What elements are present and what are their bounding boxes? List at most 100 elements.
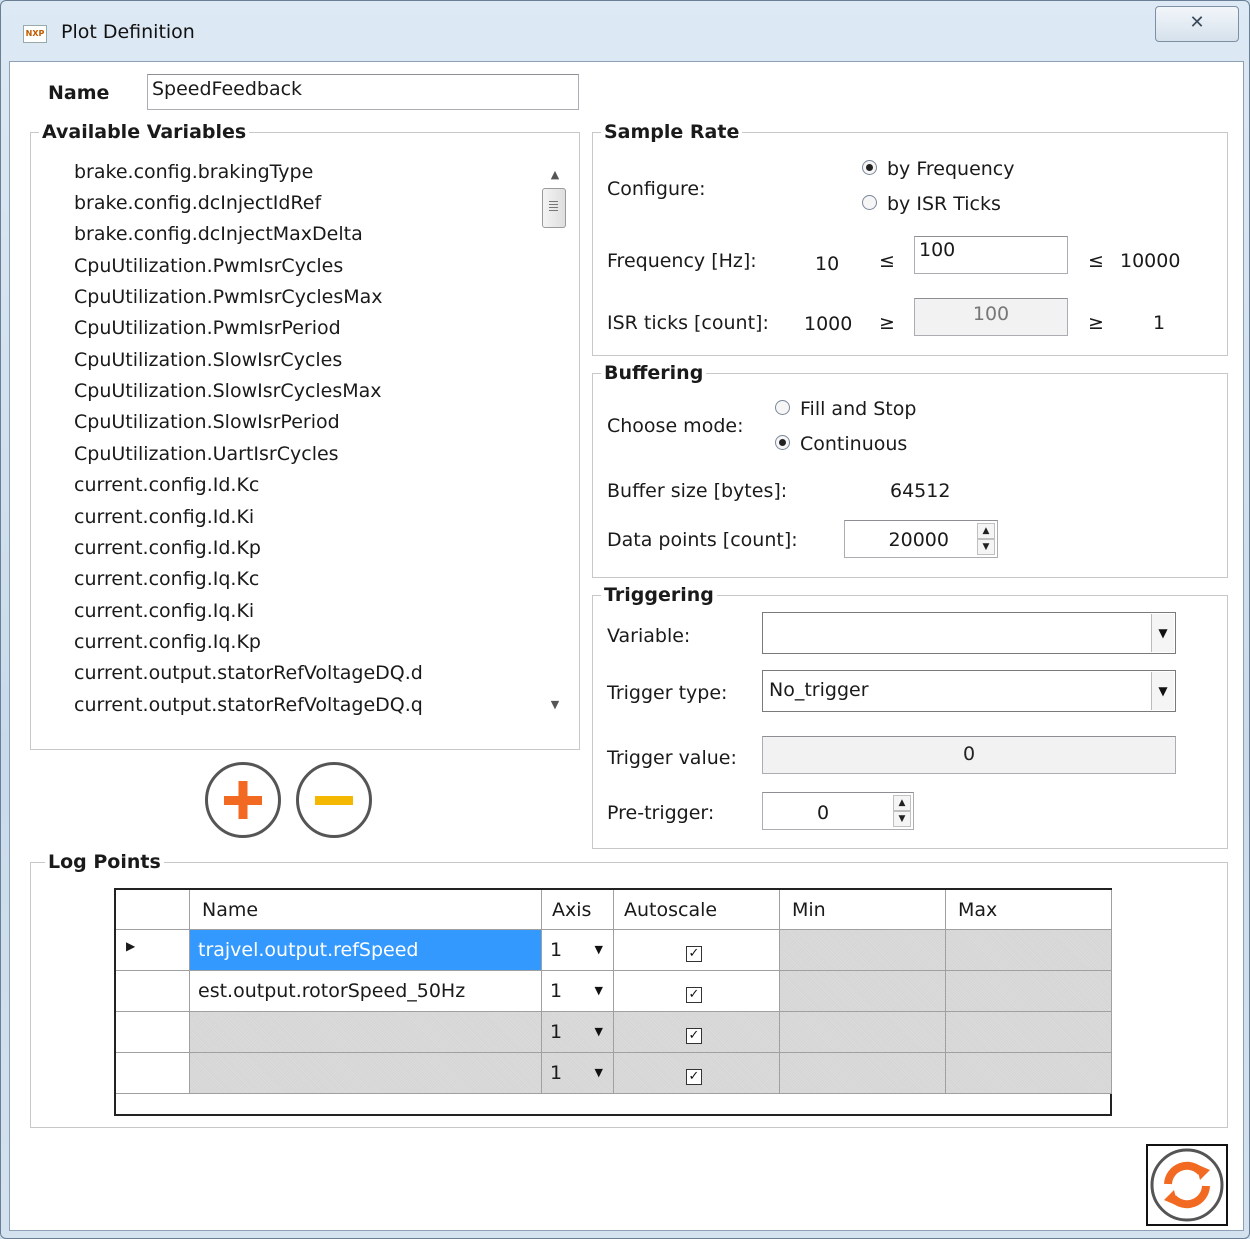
list-item[interactable]: current.config.Iq.Ki [74, 600, 254, 622]
column-header-min[interactable]: Min [780, 890, 946, 930]
log-point-min-cell[interactable] [780, 930, 946, 971]
log-point-axis-cell[interactable]: 1 ▼ [542, 930, 614, 971]
autoscale-checkbox[interactable]: ✓ [686, 946, 702, 962]
spinner-buttons[interactable]: ▲ ▼ [977, 523, 995, 555]
scroll-up-arrow-icon[interactable]: ▲ [548, 168, 562, 182]
isr-ticks-input: 100 [914, 298, 1068, 336]
trigger-type-dropdown[interactable]: No_trigger ▼ [762, 670, 1176, 712]
list-item[interactable]: CpuUtilization.SlowIsrPeriod [74, 411, 340, 433]
log-point-name-cell[interactable]: est.output.rotorSpeed_50Hz [190, 971, 542, 1012]
log-points-legend: Log Points [45, 850, 164, 874]
log-point-autoscale-cell[interactable]: ✓ [614, 1012, 780, 1053]
frequency-input[interactable]: 100 [914, 236, 1068, 274]
row-indicator[interactable] [116, 1053, 190, 1094]
log-point-max-cell[interactable] [946, 1053, 1112, 1094]
by-frequency-radio[interactable]: by Frequency [862, 158, 1015, 180]
list-item[interactable]: CpuUtilization.SlowIsrCycles [74, 349, 342, 371]
isr-max: 1000 [804, 313, 853, 335]
log-points-grid[interactable]: Name Axis Autoscale Min Max ▶ trajvel.ou… [114, 888, 1112, 1116]
log-point-name-cell[interactable] [190, 1012, 542, 1053]
list-item[interactable]: CpuUtilization.UartIsrCycles [74, 443, 339, 465]
close-button[interactable]: ✕ [1155, 6, 1239, 42]
log-point-min-cell[interactable] [780, 1012, 946, 1053]
frequency-label: Frequency [Hz]: [607, 250, 757, 272]
pre-trigger-spinner[interactable]: 0 ▲ ▼ [762, 792, 914, 830]
column-header-max[interactable]: Max [946, 890, 1112, 930]
radio-dot [775, 400, 790, 415]
log-point-min-cell[interactable] [780, 971, 946, 1012]
log-point-axis-cell[interactable]: 1 ▼ [542, 1053, 614, 1094]
pre-trigger-value: 0 [817, 802, 830, 824]
log-point-max-cell[interactable] [946, 971, 1112, 1012]
buffer-size-value: 64512 [890, 480, 951, 502]
autoscale-checkbox[interactable]: ✓ [686, 987, 702, 1003]
axis-value: 1 [550, 939, 563, 961]
apply-refresh-button[interactable] [1146, 1144, 1228, 1226]
list-item[interactable]: brake.config.brakingType [74, 161, 313, 183]
spin-down-icon[interactable]: ▼ [977, 539, 995, 555]
configure-label: Configure: [607, 178, 706, 200]
fill-and-stop-radio[interactable]: Fill and Stop [775, 398, 916, 420]
list-item[interactable]: CpuUtilization.PwmIsrCycles [74, 255, 343, 277]
available-variables-list[interactable]: brake.config.brakingType brake.config.dc… [30, 132, 578, 748]
ge-symbol: ≥ [879, 312, 895, 334]
spin-down-icon[interactable]: ▼ [893, 811, 911, 827]
list-item[interactable]: current.config.Id.Ki [74, 506, 254, 528]
list-item[interactable]: brake.config.dcInjectIdRef [74, 192, 321, 214]
chevron-down-icon[interactable]: ▼ [1151, 614, 1174, 652]
scrollbar-thumb[interactable] [542, 188, 566, 228]
autoscale-checkbox[interactable]: ✓ [686, 1028, 702, 1044]
list-item[interactable]: current.config.Id.Kp [74, 537, 261, 559]
radio-dot [862, 160, 877, 175]
isr-min: 1 [1153, 312, 1166, 334]
triggering-legend: Triggering [601, 583, 717, 607]
list-item[interactable]: current.config.Iq.Kc [74, 568, 259, 590]
list-item[interactable]: CpuUtilization.PwmIsrCyclesMax [74, 286, 383, 308]
spin-up-icon[interactable]: ▲ [977, 523, 995, 539]
chevron-down-icon[interactable]: ▼ [595, 1025, 603, 1038]
axis-value: 1 [550, 1062, 563, 1084]
column-header-name[interactable]: Name [190, 890, 542, 930]
list-item[interactable]: CpuUtilization.SlowIsrCyclesMax [74, 380, 382, 402]
log-point-axis-cell[interactable]: 1 ▼ [542, 971, 614, 1012]
row-indicator[interactable]: ▶ [116, 930, 190, 971]
chevron-down-icon[interactable]: ▼ [1151, 672, 1174, 710]
chevron-down-icon[interactable]: ▼ [595, 943, 603, 956]
log-point-autoscale-cell[interactable]: ✓ [614, 971, 780, 1012]
chevron-down-icon[interactable]: ▼ [595, 1066, 603, 1079]
plot-name-input[interactable]: SpeedFeedback [147, 74, 579, 110]
row-indicator[interactable] [116, 971, 190, 1012]
log-point-name-cell[interactable] [190, 1053, 542, 1094]
log-point-autoscale-cell[interactable]: ✓ [614, 930, 780, 971]
list-item[interactable]: CpuUtilization.PwmIsrPeriod [74, 317, 341, 339]
add-variable-button[interactable] [205, 762, 281, 838]
radio-dot [862, 195, 877, 210]
trigger-value-input: 0 [762, 736, 1176, 774]
log-point-name-cell[interactable]: trajvel.output.refSpeed [190, 930, 542, 971]
list-item[interactable]: current.output.statorRefVoltageDQ.d [74, 662, 423, 684]
chevron-down-icon[interactable]: ▼ [595, 984, 603, 997]
log-point-axis-cell[interactable]: 1 ▼ [542, 1012, 614, 1053]
autoscale-checkbox[interactable]: ✓ [686, 1069, 702, 1085]
log-point-max-cell[interactable] [946, 1012, 1112, 1053]
remove-variable-button[interactable] [296, 762, 372, 838]
continuous-radio[interactable]: Continuous [775, 433, 907, 455]
fill-and-stop-label: Fill and Stop [800, 398, 917, 420]
by-isr-ticks-radio[interactable]: by ISR Ticks [862, 193, 1001, 215]
list-item[interactable]: current.output.statorRefVoltageDQ.q [74, 694, 423, 716]
column-header-autoscale[interactable]: Autoscale [614, 890, 780, 930]
log-point-max-cell[interactable] [946, 930, 1112, 971]
list-item[interactable]: brake.config.dcInjectMaxDelta [74, 223, 363, 245]
list-item[interactable]: current.config.Id.Kc [74, 474, 259, 496]
spin-up-icon[interactable]: ▲ [893, 795, 911, 811]
data-points-spinner[interactable]: 20000 ▲ ▼ [844, 520, 998, 558]
list-item[interactable]: current.config.Iq.Kp [74, 631, 261, 653]
log-point-min-cell[interactable] [780, 1053, 946, 1094]
plus-icon [224, 781, 262, 819]
row-indicator[interactable] [116, 1012, 190, 1053]
spinner-buttons[interactable]: ▲ ▼ [893, 795, 911, 827]
scroll-down-arrow-icon[interactable]: ▼ [548, 698, 562, 712]
column-header-axis[interactable]: Axis [542, 890, 614, 930]
log-point-autoscale-cell[interactable]: ✓ [614, 1053, 780, 1094]
trigger-variable-dropdown[interactable]: ▼ [762, 612, 1176, 654]
